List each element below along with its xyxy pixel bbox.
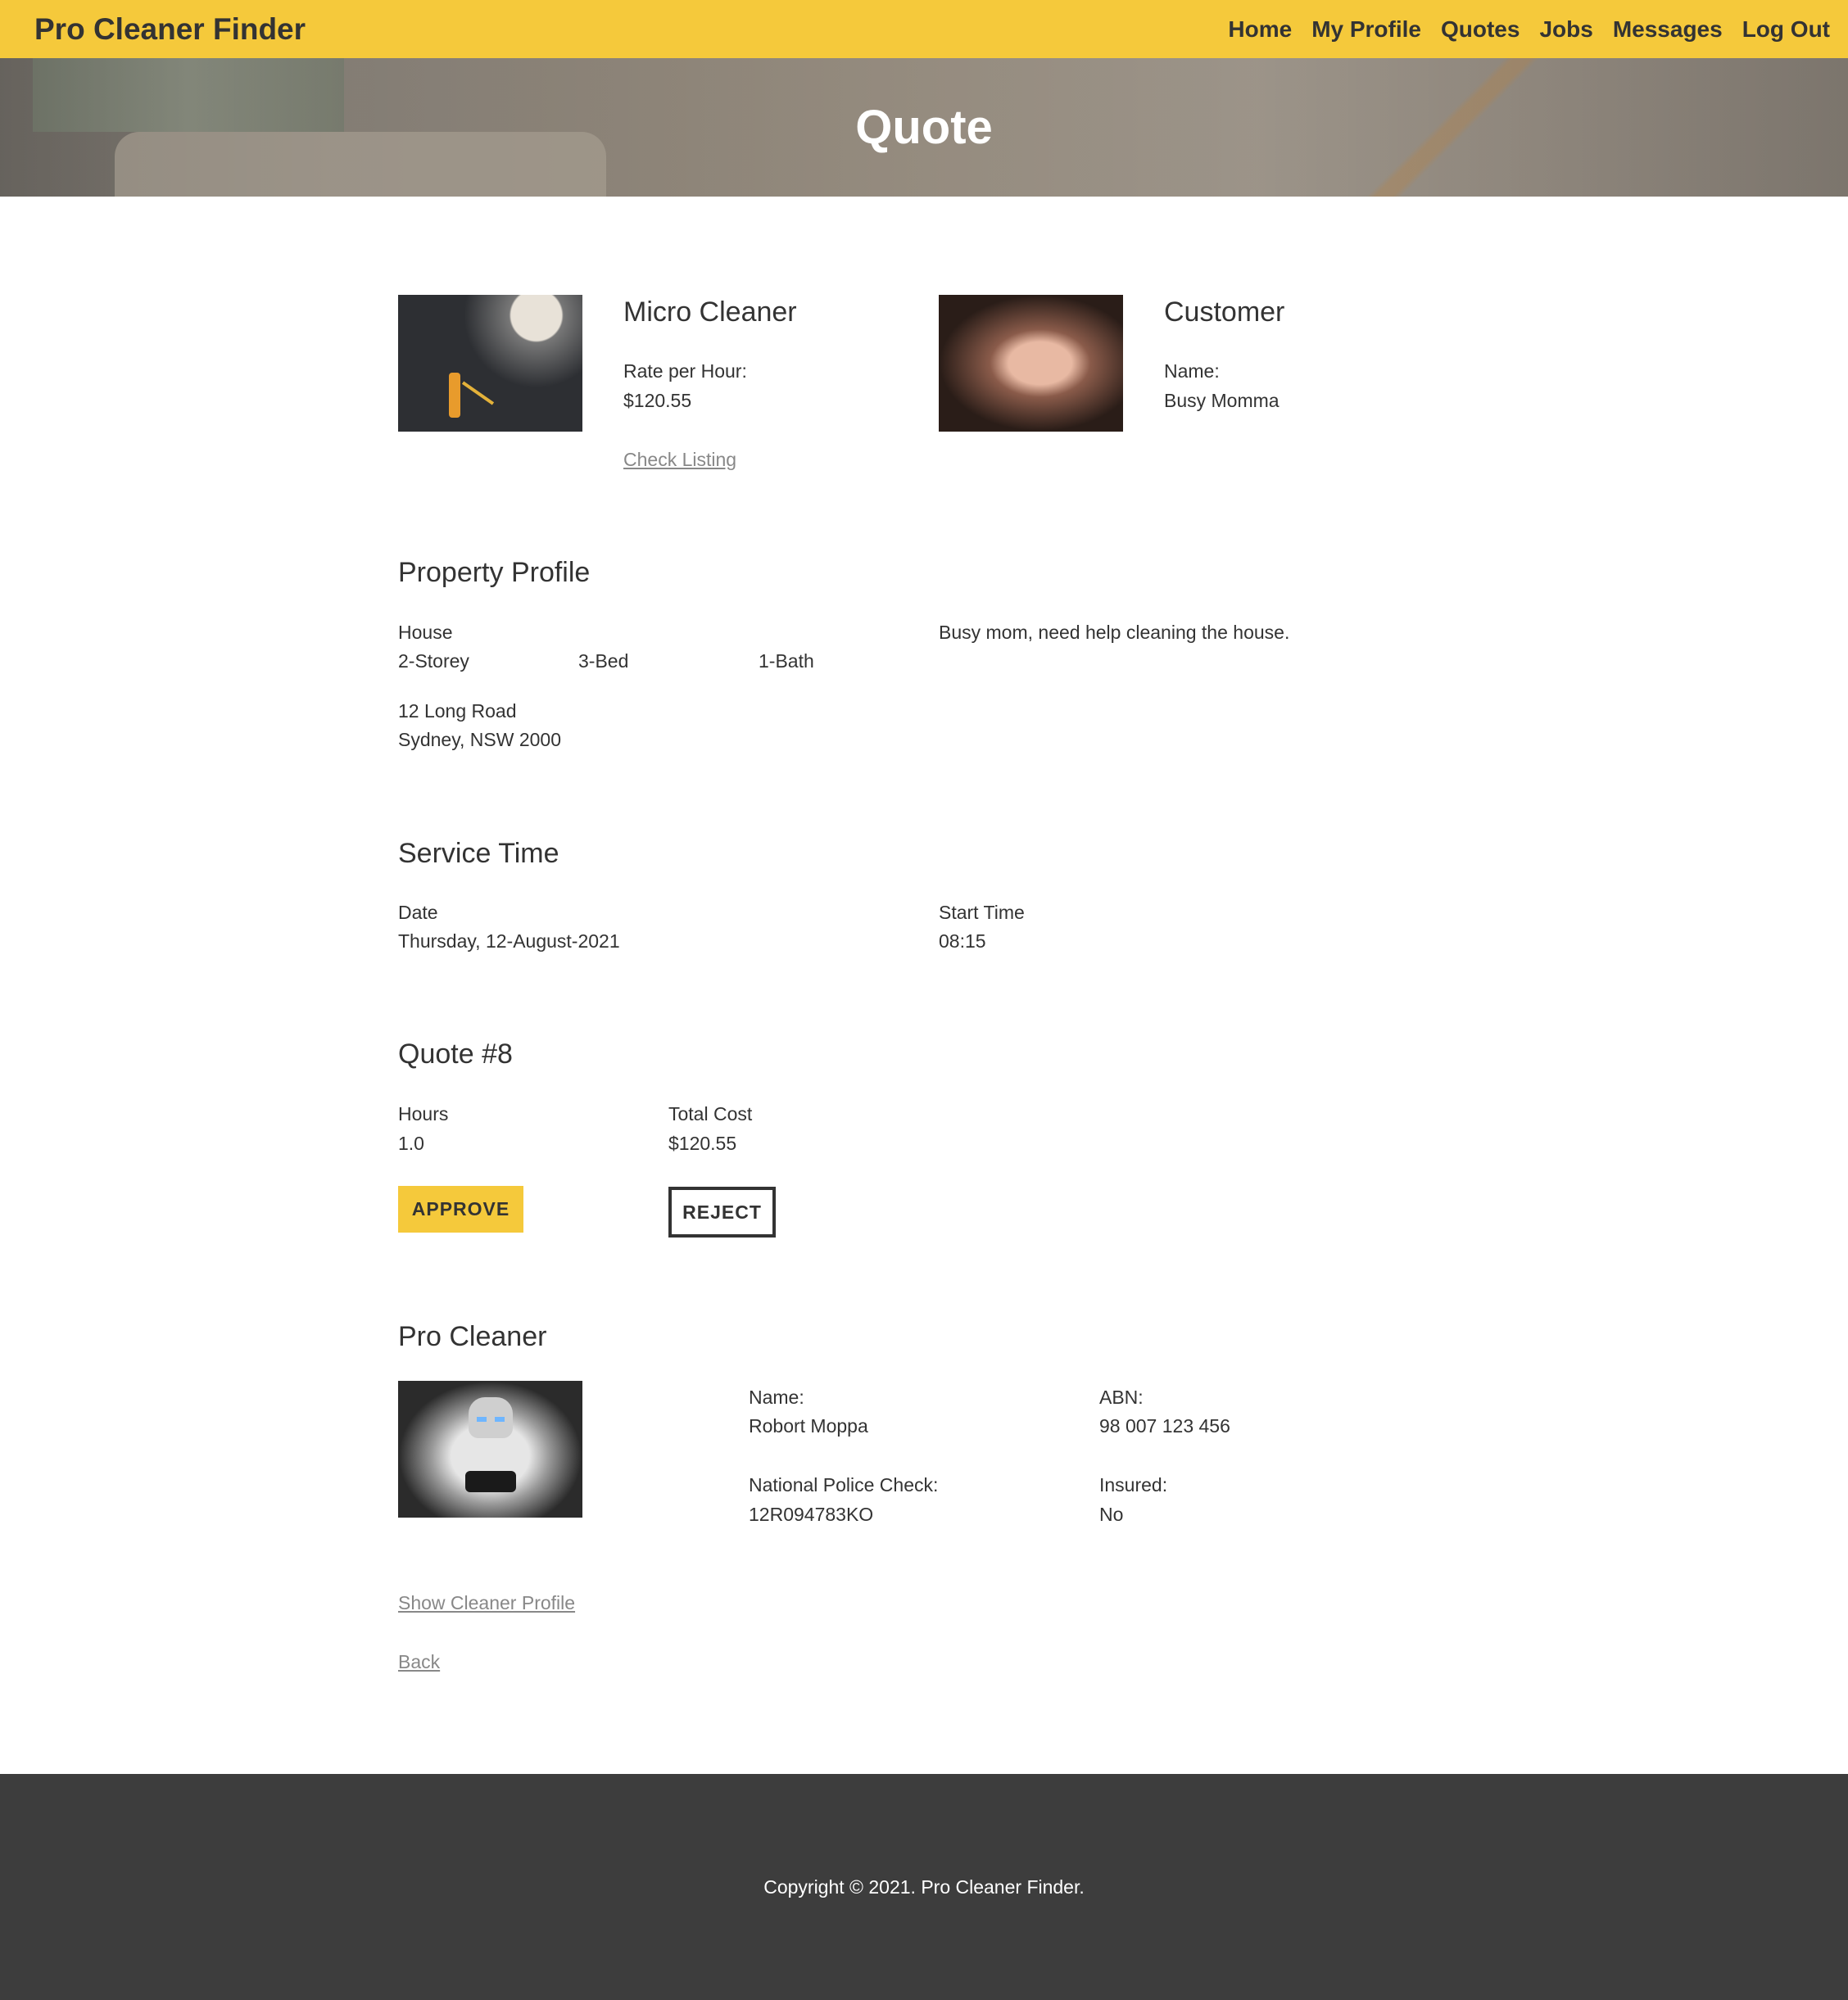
service-start-value: 08:15 xyxy=(939,930,986,952)
quote-cost-value: $120.55 xyxy=(668,1133,737,1154)
cleaner-abn-value: 98 007 123 456 xyxy=(1099,1415,1230,1437)
nav-jobs[interactable]: Jobs xyxy=(1539,16,1592,43)
cleaner-insured-value: No xyxy=(1099,1504,1124,1525)
cleaner-avatar-eye-left xyxy=(477,1417,487,1422)
property-description: Busy mom, need help cleaning the house. xyxy=(939,622,1290,643)
reject-button[interactable]: REJECT xyxy=(668,1187,776,1238)
footer-copyright: Copyright © 2021. Pro Cleaner Finder. xyxy=(763,1876,1085,1898)
property-type: House xyxy=(398,622,453,643)
cleaner-abn-label: ABN: xyxy=(1099,1387,1144,1408)
customer-name-value: Busy Momma xyxy=(1164,390,1280,411)
footer: Copyright © 2021. Pro Cleaner Finder. xyxy=(0,1774,1848,2000)
nav-messages[interactable]: Messages xyxy=(1613,16,1723,43)
nav-log-out[interactable]: Log Out xyxy=(1742,16,1830,43)
hero-bg-sofa xyxy=(115,132,606,197)
property-profile-title: Property Profile xyxy=(398,557,591,588)
page-title: Quote xyxy=(855,101,993,154)
back-link[interactable]: Back xyxy=(398,1651,440,1673)
cleaner-avatar-face xyxy=(469,1397,513,1438)
listing-image-worker xyxy=(449,373,460,418)
listing-rate-value: $120.55 xyxy=(623,390,692,411)
service-date-label: Date xyxy=(398,902,438,923)
cleaner-police-check-value: 12R094783KO xyxy=(749,1504,874,1525)
service-date-value: Thursday, 12-August-2021 xyxy=(398,930,620,952)
top-navbar: Pro Cleaner Finder Home My Profile Quote… xyxy=(0,0,1848,58)
nav-quotes[interactable]: Quotes xyxy=(1441,16,1520,43)
property-storeys: 2-Storey xyxy=(398,650,469,672)
cleaner-avatar-chest xyxy=(465,1471,516,1492)
property-beds: 3-Bed xyxy=(578,650,629,672)
nav-links: Home My Profile Quotes Jobs Messages Log… xyxy=(1228,16,1830,43)
service-time-title: Service Time xyxy=(398,838,559,869)
brand-logo-text[interactable]: Pro Cleaner Finder xyxy=(34,12,306,47)
customer-image xyxy=(939,295,1123,432)
customer-name-label: Name: xyxy=(1164,360,1220,382)
quote-cost-label: Total Cost xyxy=(668,1103,753,1124)
listing-title: Micro Cleaner xyxy=(623,296,797,328)
check-listing-link[interactable]: Check Listing xyxy=(623,449,736,471)
show-cleaner-profile-link[interactable]: Show Cleaner Profile xyxy=(398,1592,575,1614)
hero-bg-window xyxy=(33,58,344,132)
cleaner-name-value: Robort Moppa xyxy=(749,1415,868,1437)
nav-home[interactable]: Home xyxy=(1228,16,1292,43)
quote-hours-value: 1.0 xyxy=(398,1133,424,1154)
quote-title: Quote #8 xyxy=(398,1038,513,1070)
listing-image-broom xyxy=(461,381,495,405)
hero-bg-stairs xyxy=(1111,58,1848,197)
quote-hours-label: Hours xyxy=(398,1103,449,1124)
listing-image xyxy=(398,295,582,432)
service-start-label: Start Time xyxy=(939,902,1025,923)
customer-title: Customer xyxy=(1164,296,1285,328)
cleaner-insured-label: Insured: xyxy=(1099,1474,1168,1495)
property-address-line2: Sydney, NSW 2000 xyxy=(398,729,562,750)
hero-banner: Quote xyxy=(0,58,1848,197)
nav-my-profile[interactable]: My Profile xyxy=(1311,16,1421,43)
listing-rate-label: Rate per Hour: xyxy=(623,360,747,382)
property-address-line1: 12 Long Road xyxy=(398,700,517,722)
property-baths: 1-Bath xyxy=(759,650,814,672)
cleaner-police-check-label: National Police Check: xyxy=(749,1474,939,1495)
cleaner-avatar xyxy=(398,1381,582,1518)
approve-button[interactable]: APPROVE xyxy=(398,1186,523,1233)
cleaner-avatar-eye-right xyxy=(495,1417,505,1422)
pro-cleaner-title: Pro Cleaner xyxy=(398,1321,547,1352)
cleaner-name-label: Name: xyxy=(749,1387,804,1408)
